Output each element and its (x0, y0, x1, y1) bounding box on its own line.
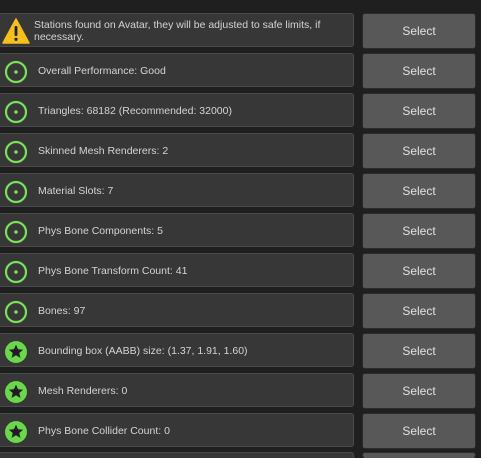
warning-icon (2, 17, 30, 45)
message-text: Bounding box (AABB) size: (1.37, 1.91, 1… (38, 345, 248, 357)
message-text: Stations found on Avatar, they will be a… (34, 19, 321, 43)
select-button[interactable] (362, 452, 476, 458)
good-rating-icon (4, 140, 28, 164)
message-text: Bones: 97 (38, 305, 86, 317)
excellent-rating-icon (4, 420, 28, 444)
message-text: Phys Bone Transform Count: 41 (38, 265, 188, 277)
message-box: Phys Bone Components: 5 (0, 213, 354, 247)
good-rating-icon (4, 300, 28, 324)
avatar-performance-list: Stations found on Avatar, they will be a… (0, 0, 481, 458)
excellent-rating-icon (4, 380, 28, 404)
message-box: Skinned Mesh Renderers: 2 (0, 133, 354, 167)
list-item: Skinned Mesh Renderers: 2 Select (0, 133, 481, 169)
select-button[interactable]: Select (362, 253, 476, 289)
message-box: Phys Bone Collider Count: 0 (0, 413, 354, 447)
message-text: Skinned Mesh Renderers: 2 (38, 145, 169, 157)
good-rating-icon (4, 180, 28, 204)
select-button[interactable]: Select (362, 133, 476, 169)
select-button[interactable]: Select (362, 413, 476, 449)
message-text: Material Slots: 7 (38, 185, 114, 197)
list-item: Phys Bone Collider Count: 0 Select (0, 413, 481, 449)
list-item: Phys Bone Transform Count: 41 Select (0, 253, 481, 289)
message-box: Bones: 97 (0, 293, 354, 327)
message-text: Phys Bone Components: 5 (38, 225, 163, 237)
select-button[interactable]: Select (362, 373, 476, 409)
select-button[interactable]: Select (362, 53, 476, 89)
message-text: Mesh Renderers: 0 (38, 385, 128, 397)
list-item: Triangles: 68182 (Recommended: 32000) Se… (0, 93, 481, 129)
good-rating-icon (4, 220, 28, 244)
select-button[interactable]: Select (362, 13, 476, 49)
list-item: Material Slots: 7 Select (0, 173, 481, 209)
message-box: Material Slots: 7 (0, 173, 354, 207)
message-text: Triangles: 68182 (Recommended: 32000) (38, 105, 232, 117)
message-box: Mesh Renderers: 0 (0, 373, 354, 407)
message-box (0, 452, 354, 458)
message-box: Triangles: 68182 (Recommended: 32000) (0, 93, 354, 127)
good-rating-icon (4, 260, 28, 284)
select-button[interactable]: Select (362, 333, 476, 369)
list-item: Bounding box (AABB) size: (1.37, 1.91, 1… (0, 333, 481, 369)
list-item: Mesh Renderers: 0 Select (0, 373, 481, 409)
message-box: Stations found on Avatar, they will be a… (0, 13, 354, 47)
select-button[interactable]: Select (362, 293, 476, 329)
list-item: Phys Bone Components: 5 Select (0, 213, 481, 249)
excellent-rating-icon (4, 340, 28, 364)
list-item (0, 452, 481, 458)
message-box: Bounding box (AABB) size: (1.37, 1.91, 1… (0, 333, 354, 367)
good-rating-icon (4, 60, 28, 84)
select-button[interactable]: Select (362, 213, 476, 249)
good-rating-icon (4, 100, 28, 124)
select-button[interactable]: Select (362, 173, 476, 209)
message-box: Phys Bone Transform Count: 41 (0, 253, 354, 287)
select-button[interactable]: Select (362, 93, 476, 129)
list-item: Stations found on Avatar, they will be a… (0, 13, 481, 49)
list-item: Bones: 97 Select (0, 293, 481, 329)
message-text: Overall Performance: Good (38, 65, 166, 77)
message-text: Phys Bone Collider Count: 0 (38, 425, 170, 437)
message-box: Overall Performance: Good (0, 53, 354, 87)
list-item: Overall Performance: Good Select (0, 53, 481, 89)
